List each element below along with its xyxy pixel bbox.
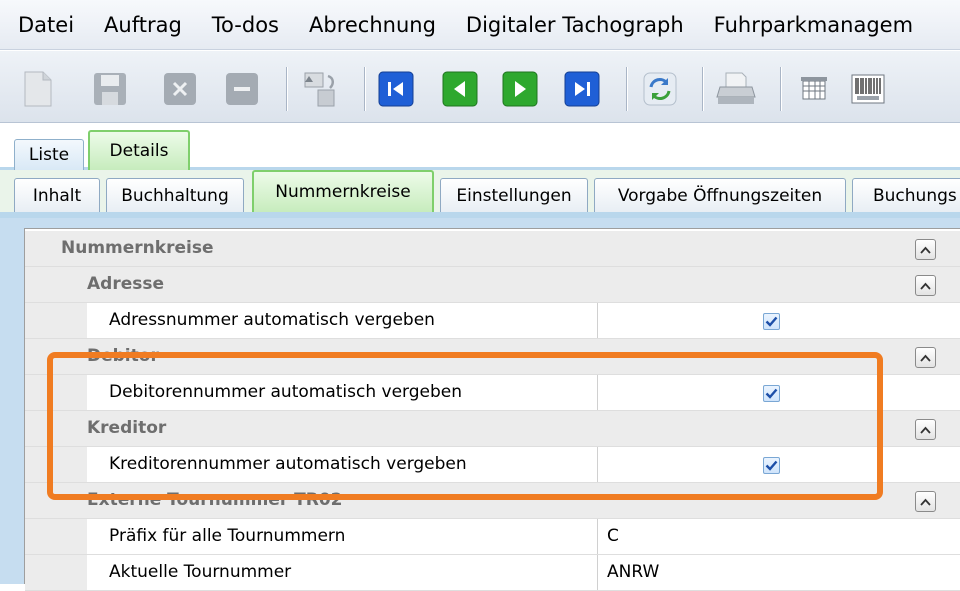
tab-einstellungen[interactable]: Einstellungen — [440, 178, 588, 212]
collapse-button[interactable] — [915, 239, 936, 260]
chevron-up-icon — [920, 354, 931, 362]
row-gutter — [25, 555, 87, 590]
property-label: Präfix für alle Tournummern — [109, 526, 346, 546]
previous-record-icon[interactable] — [440, 69, 480, 109]
category-title: Nummernkreise — [61, 238, 214, 258]
chevron-up-icon — [920, 426, 931, 434]
detail-tab-strip: Inhalt Buchhaltung Nummernkreise Einstel… — [0, 170, 960, 218]
adressnummer-checkbox[interactable] — [763, 313, 780, 330]
category-title: Externe Tournummer TR02 — [87, 490, 343, 510]
category-title: Adresse — [87, 274, 165, 294]
tab-nummernkreise[interactable]: Nummernkreise — [252, 170, 434, 212]
category-title: Kreditor — [87, 418, 167, 438]
property-row-aktuelle-tournummer: Aktuelle Tournummer ANRW — [25, 555, 960, 591]
next-record-icon[interactable] — [500, 69, 540, 109]
category-title: Debitor — [87, 346, 159, 366]
tab-buchungs[interactable]: Buchungs — [852, 178, 960, 212]
toolbar — [0, 51, 960, 123]
content-area: Nummernkreise Adresse Adressnummer autom… — [0, 218, 960, 591]
tab-details[interactable]: Details — [88, 130, 190, 170]
menu-abrechnung[interactable]: Abrechnung — [294, 13, 451, 37]
refresh-icon[interactable] — [640, 69, 680, 109]
first-record-icon[interactable] — [376, 69, 416, 109]
checkmark-icon — [765, 460, 778, 471]
tab-buchhaltung[interactable]: Buchhaltung — [106, 178, 244, 212]
menu-fuhrparkmanagement[interactable]: Fuhrparkmanagem — [699, 13, 928, 37]
column-divider — [597, 519, 598, 554]
delete-icon[interactable] — [160, 69, 200, 109]
collapse-button[interactable] — [915, 491, 936, 512]
property-row-praefix: Präfix für alle Tournummern C — [25, 519, 960, 555]
row-gutter — [25, 519, 87, 554]
row-gutter — [25, 447, 87, 482]
kreditorennummer-checkbox[interactable] — [763, 457, 780, 474]
category-kreditor: Kreditor — [25, 411, 960, 447]
column-divider — [597, 375, 598, 410]
checkmark-icon — [765, 388, 778, 399]
property-label: Adressnummer automatisch vergeben — [109, 310, 435, 330]
copy-icon[interactable] — [300, 69, 340, 109]
row-gutter — [25, 303, 87, 338]
print-icon[interactable] — [716, 69, 756, 109]
column-divider — [597, 447, 598, 482]
category-debitor: Debitor — [25, 339, 960, 375]
property-row-debitorennummer: Debitorennummer automatisch vergeben — [25, 375, 960, 411]
chevron-up-icon — [920, 246, 931, 254]
chevron-up-icon — [920, 498, 931, 506]
tab-inhalt[interactable]: Inhalt — [14, 178, 100, 212]
property-row-kreditorennummer: Kreditorennummer automatisch vergeben — [25, 447, 960, 483]
checkmark-icon — [765, 316, 778, 327]
row-gutter — [25, 375, 87, 410]
category-nummernkreise: Nummernkreise — [25, 231, 960, 267]
property-label: Aktuelle Tournummer — [109, 562, 292, 582]
property-row-adressnummer: Adressnummer automatisch vergeben — [25, 303, 960, 339]
toolbar-separator — [626, 67, 628, 111]
last-record-icon[interactable] — [562, 69, 602, 109]
minus-icon[interactable] — [222, 69, 262, 109]
menu-digitaler-tachograph[interactable]: Digitaler Tachograph — [451, 13, 699, 37]
debitorennummer-checkbox[interactable] — [763, 385, 780, 402]
column-divider — [597, 555, 598, 590]
property-label: Debitorennummer automatisch vergeben — [109, 382, 462, 402]
category-externe-tournummer: Externe Tournummer TR02 — [25, 483, 960, 519]
menu-bar: Datei Auftrag To-dos Abrechnung Digitale… — [0, 0, 960, 50]
menu-auftrag[interactable]: Auftrag — [89, 13, 197, 37]
grid-icon[interactable] — [794, 69, 834, 109]
aktuelle-tournummer-field[interactable]: ANRW — [607, 555, 659, 590]
toolbar-separator — [780, 67, 782, 111]
category-adresse: Adresse — [25, 267, 960, 303]
barcode-icon[interactable] — [848, 69, 888, 109]
collapse-button[interactable] — [915, 347, 936, 368]
toolbar-separator — [364, 67, 366, 111]
property-grid: Nummernkreise Adresse Adressnummer autom… — [24, 228, 960, 591]
toolbar-separator — [286, 67, 288, 111]
menu-todos[interactable]: To-dos — [197, 13, 294, 37]
collapse-button[interactable] — [915, 419, 936, 440]
main-tab-strip: Liste Details — [0, 124, 960, 170]
column-divider — [597, 303, 598, 338]
new-icon[interactable] — [18, 69, 58, 109]
save-icon[interactable] — [90, 69, 130, 109]
chevron-up-icon — [920, 282, 931, 290]
tab-vorgabe-oeffnungszeiten[interactable]: Vorgabe Öffnungszeiten — [594, 178, 846, 212]
toolbar-separator — [702, 67, 704, 111]
property-label: Kreditorennummer automatisch vergeben — [109, 454, 467, 474]
collapse-button[interactable] — [915, 275, 936, 296]
menu-datei[interactable]: Datei — [0, 13, 89, 37]
tab-liste[interactable]: Liste — [14, 139, 84, 170]
praefix-value-field[interactable]: C — [607, 519, 619, 554]
